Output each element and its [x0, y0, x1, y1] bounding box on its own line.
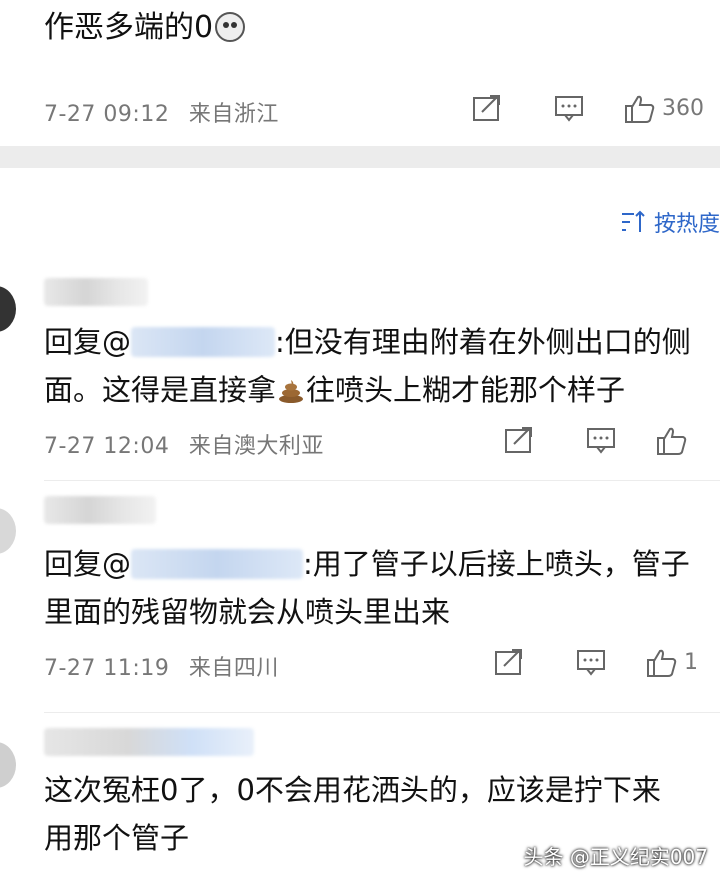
username-blurred[interactable]: [44, 728, 254, 756]
comment-divider: [44, 480, 720, 481]
husky-face-emoji-icon: [215, 12, 246, 42]
like-icon[interactable]: [646, 648, 677, 677]
mention-blurred[interactable]: [131, 549, 304, 579]
like-count: 360: [662, 95, 704, 121]
reply-prefix: 回复@: [44, 547, 132, 581]
comment-icon[interactable]: [576, 648, 606, 676]
comment-item: 回复@ :用了管子以后接上喷头，管子 里面的残留物就会从喷头里出来 7-27 11…: [0, 488, 720, 708]
comment-line-1: 回复@ :用了管子以后接上喷头，管子: [44, 540, 720, 588]
comment-text: :用了管子以后接上喷头，管子: [303, 547, 690, 581]
sort-icon: [620, 210, 648, 234]
avatar[interactable]: [0, 742, 16, 788]
comment-location: 来自澳大利亚: [188, 434, 324, 459]
username-blurred[interactable]: [44, 496, 156, 524]
comment-line-1: 回复@ :但没有理由附着在外侧出口的侧: [44, 318, 720, 366]
share-icon[interactable]: [472, 94, 502, 122]
comment-body: 回复@ :但没有理由附着在外侧出口的侧 面。这得是直接拿 往喷头上糊才能那个样子: [44, 318, 720, 414]
comment-text: 面。这得是直接拿: [44, 373, 277, 407]
mention-blurred[interactable]: [131, 327, 276, 357]
comment-meta: 7-27 11:19 来自四川: [44, 650, 279, 682]
comment-icon[interactable]: [554, 94, 584, 122]
comment-meta: 7-27 12:04 来自澳大利亚: [44, 428, 324, 460]
like-icon[interactable]: [656, 426, 687, 455]
top-comment-text-content: 作恶多端的0: [44, 10, 214, 45]
comment-text: 往喷头上糊才能那个样子: [306, 373, 626, 407]
comment-line-1: 这次冤枉0了，0不会用花洒头的，应该是拧下来: [44, 773, 661, 807]
comment-line-2: 里面的残留物就会从喷头里出来: [44, 595, 451, 629]
comment-location: 来自四川: [188, 656, 279, 681]
comment-line-2: 面。这得是直接拿 往喷头上糊才能那个样子: [44, 366, 720, 414]
top-comment-actions: 360: [472, 94, 704, 123]
username-blurred[interactable]: [44, 278, 148, 306]
like-count: 1: [684, 649, 698, 675]
comment-timestamp: 7-27 12:04: [44, 434, 170, 459]
comments-page: 作恶多端的0 7-27 09:12 来自浙江 360 按热度 回复@:但没有理…: [0, 0, 720, 882]
top-comment-timestamp: 7-27 09:12: [44, 102, 170, 127]
share-icon[interactable]: [494, 648, 524, 676]
top-comment-meta: 7-27 09:12 来自浙江: [44, 96, 279, 128]
comment-icon[interactable]: [586, 426, 616, 454]
avatar[interactable]: [0, 508, 16, 554]
share-icon[interactable]: [504, 426, 534, 454]
reply-prefix: 回复@: [44, 325, 132, 359]
watermark: 头条 @正义纪实007: [523, 845, 708, 869]
top-comment-location: 来自浙江: [188, 102, 279, 127]
like-icon[interactable]: [624, 94, 655, 123]
comment-actions: 1: [494, 648, 698, 677]
sort-toggle[interactable]: 按热度: [620, 206, 720, 238]
comment-divider: [44, 712, 720, 713]
comment-actions: [504, 426, 687, 455]
comment-timestamp: 7-27 11:19: [44, 656, 170, 681]
sort-label: 按热度: [653, 212, 720, 237]
top-comment-text: 作恶多端的0: [44, 8, 246, 48]
comment-body: 回复@ :用了管子以后接上喷头，管子 里面的残留物就会从喷头里出来: [44, 540, 720, 636]
avatar[interactable]: [0, 286, 16, 332]
comment-item: 回复@:但没有理由附着在外侧出口的侧 面。这得是直接拿 往喷头上糊才能那个样子 …: [0, 270, 720, 480]
section-divider: [0, 146, 720, 168]
comment-text: :但没有理由附着在外侧出口的侧: [275, 325, 691, 359]
top-comment: 作恶多端的0 7-27 09:12 来自浙江 360: [0, 0, 720, 148]
poop-emoji-icon: [278, 379, 304, 403]
